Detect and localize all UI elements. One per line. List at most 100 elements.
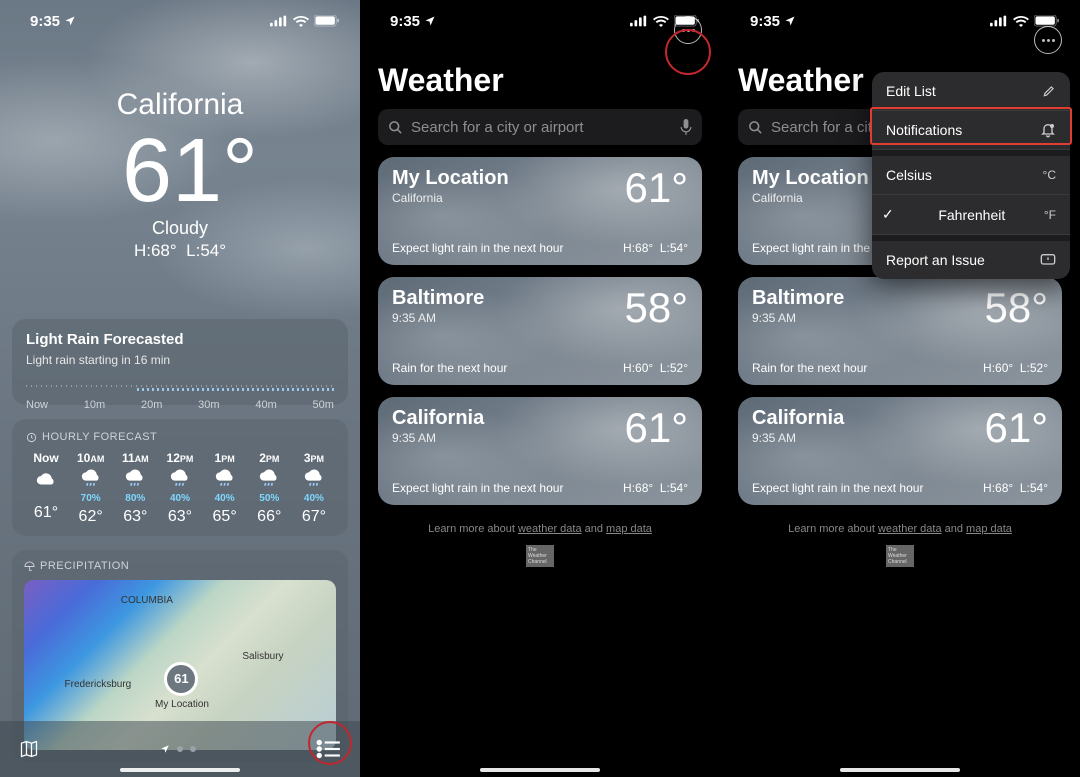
card-temp: 58° bbox=[624, 287, 688, 329]
map-data-link[interactable]: map data bbox=[606, 523, 652, 535]
map-city-label: COLUMBIA bbox=[121, 595, 173, 606]
location-card[interactable]: Baltimore 9:35 AM 58° Rain for the next … bbox=[738, 277, 1062, 385]
clock-icon bbox=[26, 432, 37, 443]
home-indicator[interactable] bbox=[120, 768, 240, 772]
card-temp: 61° bbox=[624, 167, 688, 209]
forecast-subtitle: Light rain starting in 16 min bbox=[26, 353, 334, 367]
weather-list-screen: 9:35 Weather Search for a city or airpor… bbox=[360, 0, 720, 777]
minute-forecast-card[interactable]: Light Rain Forecasted Light rain startin… bbox=[12, 319, 348, 405]
card-hilo: H:60° L:52° bbox=[623, 361, 688, 375]
status-time: 9:35 bbox=[750, 13, 780, 30]
map-my-location-pin[interactable]: 61 bbox=[164, 662, 198, 696]
wifi-icon bbox=[653, 15, 669, 27]
hour-label: 1PM bbox=[215, 451, 235, 465]
weather-icon bbox=[170, 469, 190, 489]
home-indicator[interactable] bbox=[480, 768, 600, 772]
search-icon bbox=[748, 120, 763, 135]
menu-report-issue[interactable]: Report an Issue bbox=[872, 241, 1070, 279]
card-subtitle: 9:35 AM bbox=[392, 431, 484, 445]
map-data-link[interactable]: map data bbox=[966, 523, 1012, 535]
card-name: Baltimore bbox=[752, 287, 844, 310]
hourly-item: 11AM 80% 63° bbox=[115, 451, 155, 526]
card-temp: 58° bbox=[984, 287, 1048, 329]
home-indicator[interactable] bbox=[840, 768, 960, 772]
precip-chance: 70% bbox=[81, 493, 101, 504]
map-my-location-label: My Location bbox=[155, 699, 209, 710]
attribution-line: Learn more about weather data and map da… bbox=[360, 523, 720, 535]
page-title: Weather bbox=[738, 62, 864, 99]
map-city-label: Fredericksburg bbox=[65, 679, 132, 690]
menu-fahrenheit[interactable]: Fahrenheit °F bbox=[872, 195, 1070, 235]
weather-data-link[interactable]: weather data bbox=[518, 523, 582, 535]
page-dots[interactable] bbox=[160, 744, 196, 754]
search-icon bbox=[388, 120, 403, 135]
weather-icon bbox=[36, 469, 56, 485]
page-title: Weather bbox=[378, 62, 504, 99]
page-dot bbox=[177, 746, 183, 752]
card-subtitle: 9:35 AM bbox=[392, 311, 484, 325]
report-icon bbox=[1040, 253, 1056, 267]
map-icon[interactable] bbox=[18, 739, 40, 759]
pencil-icon bbox=[1042, 84, 1056, 98]
hour-label: 12PM bbox=[167, 451, 194, 465]
menu-celsius[interactable]: Celsius °C bbox=[872, 156, 1070, 195]
card-hilo: H:68° L:54° bbox=[623, 241, 688, 255]
battery-icon bbox=[314, 15, 340, 27]
status-bar: 9:35 bbox=[0, 0, 360, 34]
hour-label: 3PM bbox=[304, 451, 324, 465]
page-dot bbox=[190, 746, 196, 752]
hour-temp: 66° bbox=[257, 508, 281, 526]
cell-signal-icon bbox=[270, 15, 288, 27]
status-time: 9:35 bbox=[390, 13, 420, 30]
menu-edit-list[interactable]: Edit List bbox=[872, 72, 1070, 111]
status-bar: 9:35 bbox=[720, 0, 1080, 34]
hourly-forecast-card[interactable]: HOURLY FORECAST Now 61° 10AM 70% 62° 11A… bbox=[12, 419, 348, 536]
mic-icon[interactable] bbox=[680, 119, 692, 135]
precip-chance bbox=[45, 489, 48, 500]
hourly-item: 2PM 50% 66° bbox=[249, 451, 289, 526]
attribution-line: Learn more about weather data and map da… bbox=[720, 523, 1080, 535]
precip-chance: 50% bbox=[259, 493, 279, 504]
card-desc: Rain for the next hour bbox=[392, 361, 507, 375]
weather-icon bbox=[81, 469, 101, 489]
ellipsis-icon bbox=[1042, 39, 1055, 42]
precip-label: PRECIPITATION bbox=[24, 560, 336, 572]
menu-notifications[interactable]: Notifications bbox=[872, 111, 1070, 150]
hour-label: Now bbox=[33, 451, 58, 465]
weather-icon bbox=[259, 469, 279, 489]
search-placeholder: Search for a city or airport bbox=[411, 119, 672, 136]
card-subtitle: California bbox=[392, 191, 509, 205]
location-card[interactable]: Baltimore 9:35 AM 58° Rain for the next … bbox=[378, 277, 702, 385]
minute-bar bbox=[26, 385, 334, 393]
hourly-item: 1PM 40% 65° bbox=[205, 451, 245, 526]
hour-temp: 62° bbox=[79, 508, 103, 526]
precip-chance: 80% bbox=[125, 493, 145, 504]
wifi-icon bbox=[1013, 15, 1029, 27]
card-subtitle: 9:35 AM bbox=[752, 311, 844, 325]
hour-label: 10AM bbox=[77, 451, 104, 465]
weather-data-link[interactable]: weather data bbox=[878, 523, 942, 535]
card-name: Baltimore bbox=[392, 287, 484, 310]
weather-icon bbox=[125, 469, 145, 489]
lo-temp: L:54° bbox=[186, 241, 226, 260]
hour-temp: 61° bbox=[34, 504, 58, 522]
hour-temp: 65° bbox=[213, 508, 237, 526]
search-field[interactable]: Search for a city or airport bbox=[378, 109, 702, 145]
list-icon[interactable] bbox=[316, 739, 342, 759]
fahrenheit-symbol: °F bbox=[1044, 208, 1056, 222]
location-card[interactable]: My Location California 61° Expect light … bbox=[378, 157, 702, 265]
cell-signal-icon bbox=[990, 15, 1008, 27]
card-subtitle: California bbox=[752, 191, 869, 205]
hour-label: 2PM bbox=[259, 451, 279, 465]
weather-detail-screen: 9:35 California 61° Cloudy H:68° L:54° L… bbox=[0, 0, 360, 777]
current-temp: 61° bbox=[0, 126, 360, 216]
location-card[interactable]: California 9:35 AM 61° Expect light rain… bbox=[378, 397, 702, 505]
hi-temp: H:68° bbox=[134, 241, 177, 260]
hour-temp: 67° bbox=[302, 508, 326, 526]
location-card[interactable]: California 9:35 AM 61° Expect light rain… bbox=[738, 397, 1062, 505]
card-temp: 61° bbox=[624, 407, 688, 449]
status-time: 9:35 bbox=[30, 13, 60, 30]
weather-icon bbox=[215, 469, 235, 489]
map-city-label: Salisbury bbox=[242, 651, 283, 662]
current-conditions: California 61° Cloudy H:68° L:54° bbox=[0, 0, 360, 261]
